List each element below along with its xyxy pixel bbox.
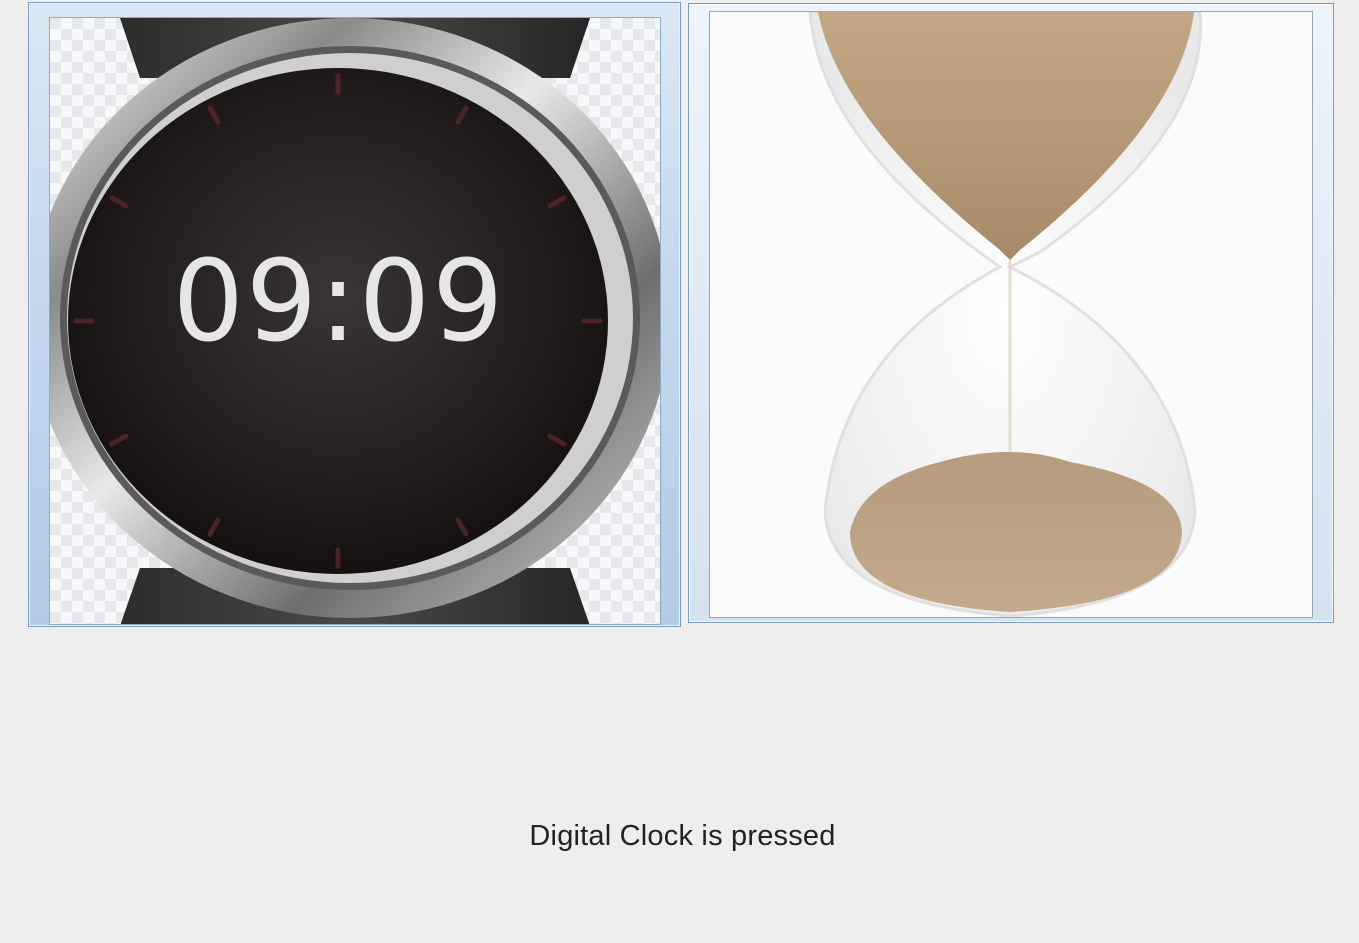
window-content: 09:09 Digital Clock is pressed (0, 0, 1359, 943)
status-label: Digital Clock is pressed (529, 820, 836, 852)
digital-watch-icon: 09:09 (49, 17, 661, 625)
digital-clock-button[interactable]: 09:09 (28, 2, 681, 627)
clock-time-display: 09:09 (172, 237, 506, 367)
hourglass-button[interactable] (688, 3, 1334, 623)
hourglass-icon (709, 11, 1313, 618)
